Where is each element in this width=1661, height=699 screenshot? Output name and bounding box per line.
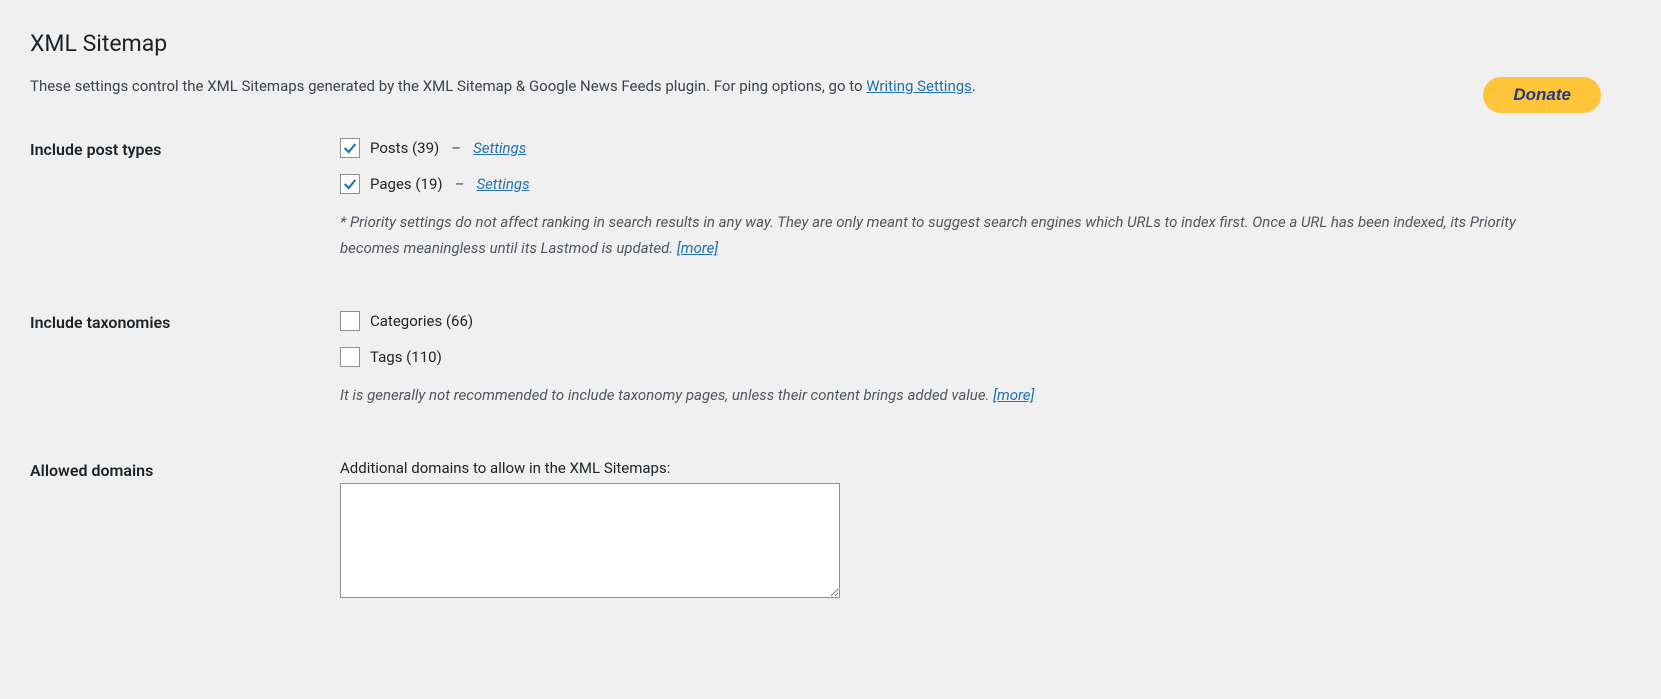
section-label-domains: Allowed domains <box>30 459 340 480</box>
checkbox-line-pages: Pages (19) – Settings <box>340 174 1631 194</box>
row-allowed-domains: Allowed domains Additional domains to al… <box>30 459 1631 602</box>
domains-field-label: Additional domains to allow in the XML S… <box>340 459 1631 477</box>
categories-label: Categories (66) <box>370 312 473 330</box>
intro-prefix: These settings control the XML Sitemaps … <box>30 77 866 95</box>
checkmark-icon <box>342 140 358 156</box>
row-include-post-types: Include post types Posts (39) – Settings… <box>30 138 1631 261</box>
posts-settings-link[interactable]: Settings <box>473 139 526 157</box>
taxonomies-note-text: It is generally not recommended to inclu… <box>340 386 993 404</box>
pages-checkbox[interactable] <box>340 174 360 194</box>
taxonomies-note: It is generally not recommended to inclu… <box>340 383 1520 409</box>
categories-checkbox[interactable] <box>340 311 360 331</box>
donate-button[interactable]: Donate <box>1483 77 1601 113</box>
writing-settings-link[interactable]: Writing Settings <box>866 77 972 95</box>
checkbox-line-categories: Categories (66) <box>340 311 1631 331</box>
section-label-taxonomies: Include taxonomies <box>30 311 340 332</box>
checkbox-line-posts: Posts (39) – Settings <box>340 138 1631 158</box>
field-domains: Additional domains to allow in the XML S… <box>340 459 1631 602</box>
settings-form: Include post types Posts (39) – Settings… <box>30 138 1631 602</box>
post-types-note: * Priority settings do not affect rankin… <box>340 210 1520 261</box>
checkbox-line-tags: Tags (110) <box>340 347 1631 367</box>
page-title: XML Sitemap <box>30 30 1631 57</box>
intro-suffix: . <box>972 77 976 95</box>
tags-checkbox[interactable] <box>340 347 360 367</box>
post-types-more-link[interactable]: [more] <box>677 239 718 257</box>
field-taxonomies: Categories (66) Tags (110) It is general… <box>340 311 1631 409</box>
checkmark-icon <box>342 176 358 192</box>
allowed-domains-textarea[interactable] <box>340 483 840 598</box>
pages-label: Pages (19) <box>370 175 443 193</box>
intro-text: These settings control the XML Sitemaps … <box>30 77 1443 95</box>
taxonomies-more-link[interactable]: [more] <box>993 386 1034 404</box>
separator: – <box>451 139 461 157</box>
pages-settings-link[interactable]: Settings <box>476 175 529 193</box>
intro-row: These settings control the XML Sitemaps … <box>30 77 1631 113</box>
separator: – <box>455 175 465 193</box>
section-label-post-types: Include post types <box>30 138 340 159</box>
posts-checkbox[interactable] <box>340 138 360 158</box>
post-types-note-text: * Priority settings do not affect rankin… <box>340 213 1516 257</box>
tags-label: Tags (110) <box>370 348 442 366</box>
field-post-types: Posts (39) – Settings Pages (19) – Setti… <box>340 138 1631 261</box>
row-include-taxonomies: Include taxonomies Categories (66) Tags … <box>30 311 1631 409</box>
posts-label: Posts (39) <box>370 139 439 157</box>
